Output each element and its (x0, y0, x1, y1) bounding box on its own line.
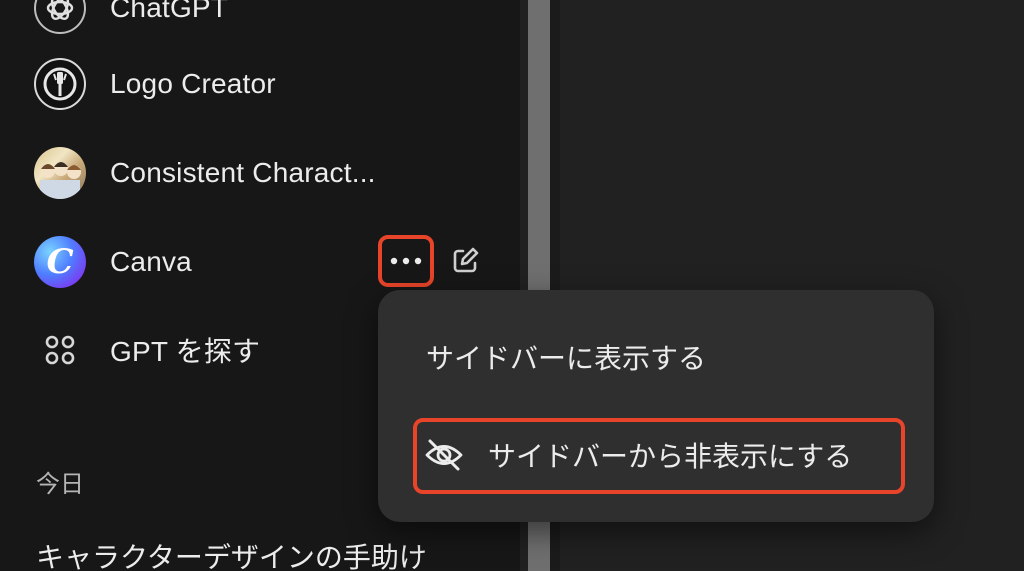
sidebar-item-label: Logo Creator (110, 68, 276, 99)
sidebar-item-logo-creator[interactable]: Logo Creator (34, 54, 494, 114)
more-options-button[interactable] (380, 236, 432, 286)
hide-from-sidebar-menu-item[interactable]: サイドバーから非表示にする (378, 420, 934, 490)
section-title-today: 今日 (36, 471, 84, 498)
grid-dots-icon (34, 324, 86, 376)
sidebar-item-label: Consistent Charact... (110, 157, 376, 188)
logo-creator-avatar (34, 58, 86, 110)
sidebar-item-label: GPT を探す (110, 336, 261, 367)
sidebar-item-label: ChatGPT (110, 0, 229, 23)
history-item[interactable]: キャラクターデザインの手助け (36, 536, 427, 571)
context-menu: サイドバーに表示する サイドバーから非表示にする (378, 290, 934, 522)
sidebar-item-label: Canva (110, 246, 192, 277)
show-in-sidebar-menu-item[interactable]: サイドバーに表示する (378, 322, 934, 392)
eye-off-icon (422, 433, 466, 477)
menu-item-label: サイドバーに表示する (426, 343, 707, 374)
edit-pencil-icon (453, 247, 479, 273)
sidebar-item-consistent-character[interactable]: Consistent Charact... (34, 143, 494, 203)
edit-button[interactable] (444, 240, 486, 282)
sidebar-item-chatgpt[interactable]: ChatGPT (34, 0, 494, 38)
ellipsis-icon (390, 257, 422, 265)
openai-logo-icon (34, 0, 86, 34)
canva-avatar: C (34, 236, 86, 288)
consistent-character-avatar (34, 147, 86, 199)
menu-item-label: サイドバーから非表示にする (488, 441, 853, 472)
